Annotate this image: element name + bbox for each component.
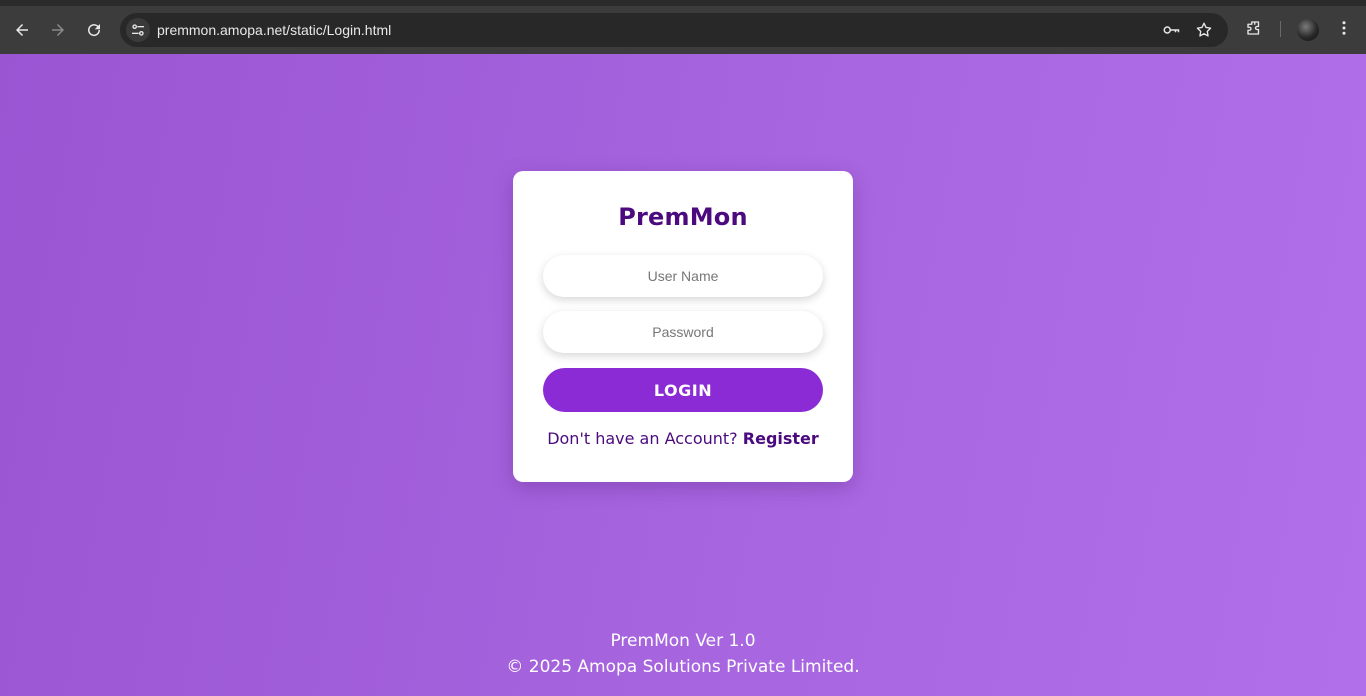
more-menu-button[interactable] [1333, 17, 1355, 39]
site-info-icon [132, 24, 144, 36]
password-key-icon [1163, 26, 1180, 34]
url-text[interactable]: premmon.amopa.net/static/Login.html [157, 22, 391, 38]
back-button[interactable] [9, 17, 35, 43]
profile-avatar[interactable] [1297, 19, 1319, 41]
login-button[interactable]: LOGIN [543, 368, 823, 412]
reload-icon [88, 24, 101, 37]
toolbar-divider [1280, 21, 1281, 37]
browser-toolbar: premmon.amopa.net/static/Login.html [0, 0, 1366, 54]
forward-button[interactable] [45, 17, 71, 43]
password-key-button[interactable] [1161, 20, 1181, 40]
page-background: PremMon LOGIN Don't have an Account? Reg… [0, 54, 1366, 696]
site-info-button[interactable] [126, 18, 150, 42]
extensions-button[interactable] [1243, 17, 1265, 39]
tab-strip [0, 0, 1366, 6]
copyright-text: © 2025 Amopa Solutions Private Limited. [506, 657, 860, 677]
app-title: PremMon [618, 203, 748, 231]
login-card: PremMon LOGIN Don't have an Account? Reg… [513, 171, 853, 482]
no-account-text: Don't have an Account? [547, 429, 738, 448]
bookmark-button[interactable] [1194, 20, 1214, 40]
extensions-icon [1247, 21, 1260, 35]
bookmark-star-icon [1196, 22, 1212, 37]
reload-button[interactable] [81, 17, 107, 43]
more-menu-icon [1342, 21, 1346, 35]
address-bar[interactable]: premmon.amopa.net/static/Login.html [120, 13, 1228, 47]
forward-arrow-icon [52, 24, 64, 36]
register-prompt: Don't have an Account? Register [513, 429, 853, 448]
password-input[interactable] [543, 311, 823, 353]
register-link[interactable]: Register [743, 429, 819, 448]
version-text: PremMon Ver 1.0 [610, 631, 756, 651]
username-input[interactable] [543, 255, 823, 297]
back-arrow-icon [16, 24, 28, 36]
